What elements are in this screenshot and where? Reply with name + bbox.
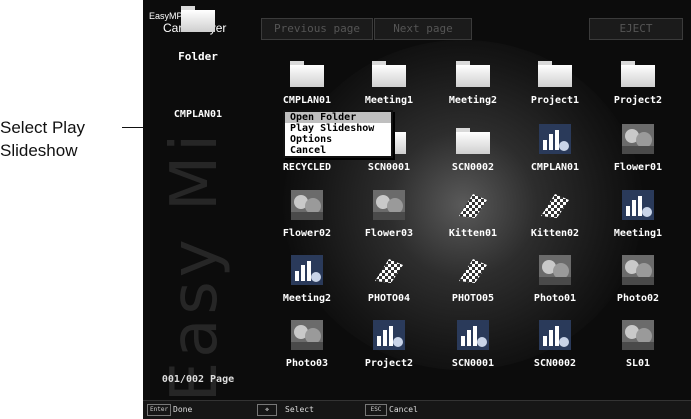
checkered-thumbnail-icon [455, 188, 491, 224]
grid-item[interactable]: SCN0002 [433, 122, 513, 182]
grid-item-label: Photo01 [533, 293, 577, 304]
grid-item[interactable]: Meeting2 [433, 55, 513, 115]
chart-thumbnail-icon [455, 318, 491, 354]
esc-key-label: Cancel [389, 405, 418, 414]
folder-icon [620, 55, 656, 91]
current-folder-icon [181, 6, 215, 32]
grid-item-label: Flower02 [282, 228, 332, 239]
menu-item-cancel[interactable]: Cancel [285, 145, 391, 156]
eject-button[interactable]: EJECT [589, 18, 683, 40]
menu-item-open-folder[interactable]: Open Folder [285, 112, 391, 123]
folder-panel-title: Folder [178, 50, 218, 63]
grid-item-label: PHOTO05 [451, 293, 495, 304]
page-counter: 001/002 Page [161, 374, 235, 385]
grid-item[interactable]: Project2 [598, 55, 678, 115]
grid-item[interactable]: Flower02 [267, 188, 347, 248]
grid-item-label: PHOTO04 [367, 293, 411, 304]
checkered-thumbnail-icon [455, 253, 491, 289]
grid-item-label: Kitten02 [530, 228, 580, 239]
grid-item[interactable]: Photo03 [267, 318, 347, 378]
grid-item-label: Meeting2 [282, 293, 332, 304]
grid-item-label: SCN0001 [367, 162, 411, 173]
grid-item[interactable]: PHOTO05 [433, 253, 513, 313]
select-key-label: Select [285, 405, 314, 414]
grid-item[interactable]: PHOTO04 [349, 253, 429, 313]
folder-icon [289, 55, 325, 91]
grid-item-label: SL01 [625, 358, 651, 369]
grid-item[interactable]: Meeting1 [598, 188, 678, 248]
grid-item-label: Photo03 [285, 358, 329, 369]
grid-item[interactable]: Project2 [349, 318, 429, 378]
grid-item[interactable]: CMPLAN01 [515, 122, 595, 182]
directional-pad-icon: ✥ [257, 404, 277, 416]
current-folder-name: CMPLAN01 [173, 109, 223, 120]
grid-item-label: SCN0002 [533, 358, 577, 369]
grid-item-label: Flower03 [364, 228, 414, 239]
checkered-thumbnail-icon [537, 188, 573, 224]
callout-line1: Select Play [0, 118, 86, 137]
grid-item-label: Flower01 [613, 162, 663, 173]
grid-item[interactable]: Flower01 [598, 122, 678, 182]
grid-item-label: RECYCLED [282, 162, 332, 173]
grid-item-label: Meeting1 [613, 228, 663, 239]
photo-thumbnail-icon [289, 318, 325, 354]
chart-thumbnail-icon [289, 253, 325, 289]
flower-thumbnail-icon [620, 122, 656, 158]
grid-item[interactable]: SCN0001 [433, 318, 513, 378]
grid-item[interactable]: Meeting2 [267, 253, 347, 313]
chart-thumbnail-icon [620, 188, 656, 224]
grid-item-label: Project1 [530, 95, 580, 106]
grid-item[interactable]: SCN0002 [515, 318, 595, 378]
background-watermark: Easy Mi [158, 130, 232, 403]
chart-thumbnail-icon [537, 122, 573, 158]
folder-icon [455, 55, 491, 91]
context-menu: Open Folder Play Slideshow Options Cance… [283, 110, 393, 158]
grid-item[interactable]: Photo02 [598, 253, 678, 313]
chart-thumbnail-icon [537, 318, 573, 354]
grid-item[interactable]: Flower03 [349, 188, 429, 248]
enter-key-icon: Enter [147, 404, 172, 416]
grid-item-label: Meeting2 [448, 95, 498, 106]
menu-item-options[interactable]: Options [285, 134, 391, 145]
next-page-button[interactable]: Next page [374, 18, 472, 40]
esc-key-icon: ESC [365, 404, 387, 416]
grid-item[interactable]: Meeting1 [349, 55, 429, 115]
photo-thumbnail-icon [620, 318, 656, 354]
enter-key-label: Done [173, 405, 193, 414]
grid-item[interactable]: SL01 [598, 318, 678, 378]
chart-thumbnail-icon [371, 318, 407, 354]
card-player-screen: Easy Mi EasyMP Card Player Previous page… [143, 0, 691, 419]
grid-item-label: CMPLAN01 [282, 95, 332, 106]
grid-item-label: SCN0002 [451, 162, 495, 173]
folder-icon [455, 122, 491, 158]
grid-item-label: Kitten01 [448, 228, 498, 239]
grid-item[interactable]: CMPLAN01 [267, 55, 347, 115]
flower-thumbnail-icon [371, 188, 407, 224]
photo-thumbnail-icon [620, 253, 656, 289]
callout-annotation: Select Play Slideshow [0, 116, 132, 162]
previous-page-button[interactable]: Previous page [261, 18, 373, 40]
grid-item[interactable]: Photo01 [515, 253, 595, 313]
grid-item-label: Photo02 [616, 293, 660, 304]
folder-icon [371, 55, 407, 91]
grid-item-label: Project2 [613, 95, 663, 106]
grid-item-label: Meeting1 [364, 95, 414, 106]
photo-thumbnail-icon [537, 253, 573, 289]
folder-icon [537, 55, 573, 91]
callout-line2: Slideshow [0, 141, 78, 160]
checkered-thumbnail-icon [371, 253, 407, 289]
grid-item[interactable]: Kitten01 [433, 188, 513, 248]
grid-item-label: Project2 [364, 358, 414, 369]
menu-item-play-slideshow[interactable]: Play Slideshow [285, 123, 391, 134]
grid-item-label: CMPLAN01 [530, 162, 580, 173]
grid-item-label: SCN0001 [451, 358, 495, 369]
flower-thumbnail-icon [289, 188, 325, 224]
grid-item[interactable]: Kitten02 [515, 188, 595, 248]
grid-item[interactable]: Project1 [515, 55, 595, 115]
